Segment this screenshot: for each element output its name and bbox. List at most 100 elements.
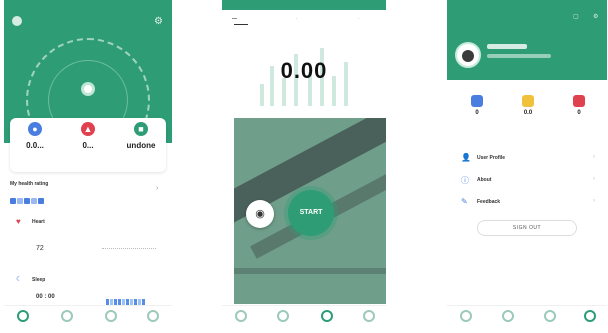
day-chip <box>38 198 44 204</box>
bottom-nav <box>222 305 386 333</box>
menu-item-feedback[interactable]: ✎ Feedback › <box>453 192 603 214</box>
distance-value: 0.00 <box>280 58 328 83</box>
profile-stat: 0.0 <box>504 92 552 116</box>
camera-icon: ◉ <box>255 208 265 220</box>
home-icon <box>235 310 247 322</box>
heart-rate-trend-line <box>102 248 156 249</box>
sign-out-button[interactable]: SIGN OUT <box>477 220 577 236</box>
map-road <box>234 268 386 274</box>
settings-icon[interactable]: ⚙ <box>593 13 598 20</box>
chevron-right-icon: › <box>156 185 159 192</box>
info-icon: ⓘ <box>461 176 469 185</box>
heart-icon: ♥ <box>16 217 21 226</box>
nav-sport[interactable] <box>495 310 521 322</box>
profile-screen: ▢ ⚙ 0 0.0 0 👤 User Profile › ⓘ About › ✎… <box>447 0 607 333</box>
nav-device[interactable] <box>98 310 124 322</box>
home-icon <box>17 310 29 322</box>
menu-item-label: User Profile <box>477 155 506 161</box>
steps-icon: ■ <box>134 122 148 136</box>
heart-rate-card[interactable]: ♥ Heart 72 <box>10 215 166 265</box>
status-bar <box>222 0 386 10</box>
tab-outdoor-run[interactable]: — <box>232 16 237 22</box>
bottom-nav <box>4 305 172 333</box>
stat-icon <box>522 95 534 107</box>
home-screen: ⚙ ● 0.0... ▲ 0... ■ undone My health rat… <box>4 0 172 333</box>
nav-sport[interactable] <box>270 310 296 322</box>
tab-ride[interactable]: · <box>358 16 360 22</box>
sport-tabs: — · · <box>222 14 386 28</box>
stat-value: 0... <box>82 141 94 150</box>
stat-icon <box>573 95 585 107</box>
user-name-placeholder <box>487 44 527 49</box>
day-chip <box>17 198 23 204</box>
profile-header: ▢ ⚙ <box>447 0 607 80</box>
workout-screen: — · · 0.00 ◉ START <box>222 0 386 333</box>
user-subtitle-placeholder <box>487 54 551 58</box>
nav-mine[interactable] <box>577 310 603 322</box>
nav-mine[interactable] <box>140 310 166 322</box>
profile-stat-value: 0.0 <box>523 110 533 116</box>
stat-icon <box>471 95 483 107</box>
scan-icon[interactable]: ▢ <box>573 13 579 20</box>
profile-stat-value: 0 <box>475 110 479 116</box>
menu-item-label: Feedback <box>477 199 501 205</box>
tab-walk[interactable]: · <box>296 16 298 22</box>
stat-value: undone <box>126 141 156 150</box>
sport-icon <box>502 310 514 322</box>
day-chip <box>24 198 30 204</box>
day-chip <box>10 198 16 204</box>
stat-item[interactable]: ▲ 0... <box>63 118 113 150</box>
chevron-right-icon: › <box>593 176 595 182</box>
heart-rate-label: Heart <box>32 219 45 225</box>
chevron-right-icon: › <box>593 198 595 204</box>
start-button[interactable]: START <box>288 190 334 236</box>
profile-icon <box>363 310 375 322</box>
health-rating-row[interactable]: My health rating › <box>10 175 166 205</box>
sleep-value: 00 : 00 <box>36 294 55 300</box>
feedback-icon: ✎ <box>461 197 468 206</box>
day-chips <box>10 191 45 209</box>
drop-icon: ● <box>28 122 42 136</box>
nav-device[interactable] <box>314 310 340 322</box>
day-chip <box>31 198 37 204</box>
nav-device[interactable] <box>537 310 563 322</box>
profile-icon <box>584 310 596 322</box>
sport-icon <box>61 310 73 322</box>
health-rating-title: My health rating <box>10 181 49 187</box>
active-tab-indicator <box>234 24 248 25</box>
sleep-label: Sleep <box>32 277 46 283</box>
profile-stat-value: 0 <box>577 110 581 116</box>
chevron-right-icon: › <box>593 154 595 160</box>
stat-item[interactable]: ● 0.0... <box>10 118 60 150</box>
nav-home[interactable] <box>453 310 479 322</box>
flame-icon: ▲ <box>81 122 95 136</box>
user-icon: 👤 <box>461 153 471 162</box>
device-icon <box>321 310 333 322</box>
app-logo-icon <box>12 16 22 26</box>
stat-value: 0.0... <box>26 141 44 150</box>
profile-stat: 0 <box>555 92 603 116</box>
avatar[interactable] <box>455 42 481 68</box>
profile-stat: 0 <box>453 92 501 116</box>
daily-stats-card: ● 0.0... ▲ 0... ■ undone <box>10 118 166 172</box>
nav-home[interactable] <box>228 310 254 322</box>
stat-item[interactable]: ■ undone <box>116 118 166 150</box>
menu-item-user-profile[interactable]: 👤 User Profile › <box>453 148 603 170</box>
menu-item-about[interactable]: ⓘ About › <box>453 170 603 192</box>
camera-button[interactable]: ◉ <box>246 200 274 228</box>
device-icon <box>105 310 117 322</box>
heart-rate-value: 72 <box>36 245 44 252</box>
sleep-bar-chart <box>106 294 162 307</box>
bottom-nav <box>447 305 607 333</box>
profile-stats: 0 0.0 0 <box>453 92 603 136</box>
settings-icon[interactable]: ⚙ <box>154 16 163 27</box>
nav-home[interactable] <box>10 310 36 322</box>
home-icon <box>460 310 472 322</box>
moon-icon: ☾ <box>16 276 23 283</box>
device-icon <box>544 310 556 322</box>
nav-mine[interactable] <box>356 310 382 322</box>
nav-sport[interactable] <box>54 310 80 322</box>
profile-icon <box>147 310 159 322</box>
profile-menu: 👤 User Profile › ⓘ About › ✎ Feedback › <box>453 148 603 214</box>
sport-icon <box>277 310 289 322</box>
